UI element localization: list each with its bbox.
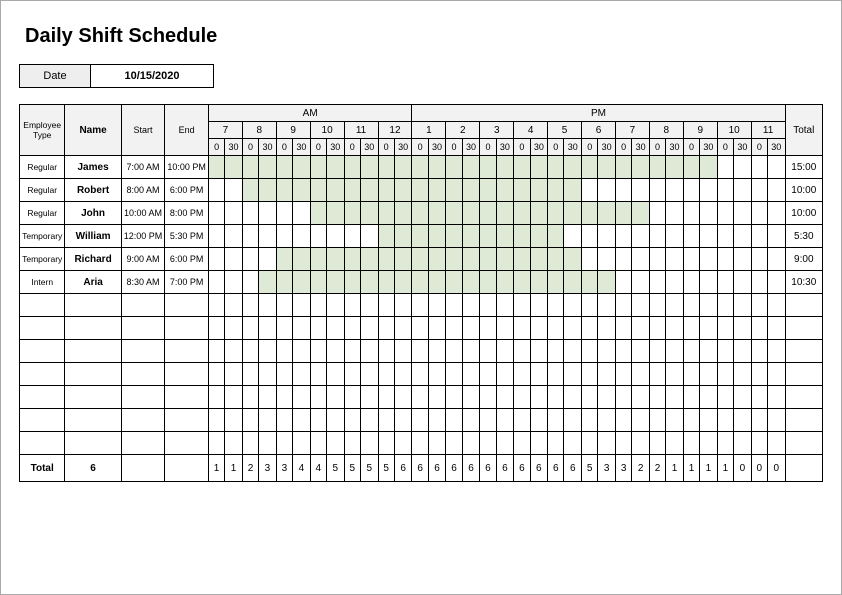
date-label: Date xyxy=(19,64,90,88)
schedule-table: Employee TypeNameStartEndAMPMTotal789101… xyxy=(19,104,823,482)
page-title: Daily Shift Schedule xyxy=(25,25,823,48)
date-value: 10/15/2020 xyxy=(90,64,214,88)
date-row: Date 10/15/2020 xyxy=(19,64,823,88)
